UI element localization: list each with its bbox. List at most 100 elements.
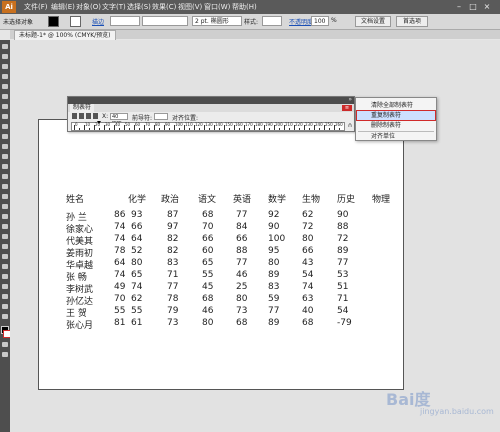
fill-swatch-icon[interactable] [48, 16, 59, 27]
close-button[interactable]: × [482, 1, 492, 12]
style-label: 样式: [244, 19, 259, 26]
artboard[interactable]: 姓名 化学 政治 语文 英语 数学 生物 历史 物理 孙 兰 86 93 87 68 77… [38, 119, 404, 390]
pen-tool-icon[interactable] [2, 84, 8, 89]
drawing-mode-icon[interactable] [2, 342, 8, 347]
panel-tab-strip: 制表符 ≡ [68, 104, 354, 112]
preferences-button[interactable]: 首选项 [396, 16, 428, 27]
gradient-tool-icon[interactable] [2, 234, 8, 239]
decimal-justified-tab-icon[interactable] [93, 113, 98, 119]
left-justified-tab-icon[interactable] [72, 113, 77, 119]
ruler-label: 160 [235, 122, 243, 127]
menu-item-clear-all-tabs[interactable]: 清除全部制表符 [357, 101, 435, 110]
right-justified-tab-icon[interactable] [86, 113, 91, 119]
ruler-tick [239, 128, 240, 130]
tab-position-field[interactable]: 40 mm [110, 113, 128, 126]
panel-titlebar[interactable]: » [68, 96, 354, 104]
shape-builder-tool-icon[interactable] [2, 204, 8, 209]
column-graph-tool-icon[interactable] [2, 274, 8, 279]
table-cell-score: 80 [302, 234, 314, 244]
menu-window[interactable]: 窗口(W) [204, 2, 230, 12]
menu-item-snap-to-unit[interactable]: 对齐单位 [357, 132, 435, 141]
artboard-tool-icon[interactable] [2, 284, 8, 289]
table-cell-score: 52 [131, 246, 143, 256]
line-tool-icon[interactable] [2, 104, 8, 109]
menu-view[interactable]: 视图(V) [178, 2, 202, 12]
table-cell-score: 83 [268, 282, 280, 292]
eraser-tool-icon[interactable] [2, 154, 8, 159]
screen-mode-icon[interactable] [2, 352, 8, 357]
tab-ruler[interactable]: 0 10 20 30 40 50 60 70 80 90 100 110 120 130 140 150 160… [71, 121, 345, 131]
stroke-link[interactable]: 描边 [92, 17, 104, 26]
menu-item-repeat-tab[interactable]: 重复制表符 [356, 110, 436, 121]
eyedropper-tool-icon[interactable] [2, 244, 8, 249]
style-select[interactable] [262, 16, 282, 26]
ruler-label: 170 [245, 122, 253, 127]
menu-effect[interactable]: 效果(C) [152, 2, 176, 12]
menu-file[interactable]: 文件(F) [24, 2, 48, 12]
table-cell-score: 74 [114, 222, 126, 232]
table-cell-score: 77 [337, 258, 349, 268]
brush-select[interactable]: 2 pt. 椭圆形 [192, 16, 242, 26]
document-setup-button[interactable]: 文档设置 [355, 16, 391, 27]
table-cell-score: 64 [114, 258, 126, 268]
ruler-label: 110 [185, 122, 193, 127]
opacity-field[interactable]: 100 [311, 16, 329, 26]
lasso-tool-icon[interactable] [2, 74, 8, 79]
opacity-link[interactable]: 不透明度 [289, 17, 313, 26]
ruler-tick [139, 128, 140, 130]
center-justified-tab-icon[interactable] [79, 113, 84, 119]
rectangle-tool-icon[interactable] [2, 114, 8, 119]
panel-menu-button[interactable]: ≡ [342, 105, 352, 111]
direct-selection-tool-icon[interactable] [2, 54, 8, 59]
table-cell-score: 65 [202, 258, 214, 268]
magic-wand-tool-icon[interactable] [2, 64, 8, 69]
zoom-tool-icon[interactable] [2, 314, 8, 319]
width-tool-icon[interactable] [2, 184, 8, 189]
blob-brush-tool-icon[interactable] [2, 144, 8, 149]
slice-tool-icon[interactable] [2, 294, 8, 299]
rotate-tool-icon[interactable] [2, 164, 8, 169]
scale-tool-icon[interactable] [2, 174, 8, 179]
stroke-swatch-icon[interactable] [70, 16, 81, 27]
mesh-tool-icon[interactable] [2, 224, 8, 229]
ruler-label: 220 [295, 122, 303, 127]
document-tab-bar: 未标题-1* @ 100% (CMYK/预览) [10, 30, 500, 40]
symbol-sprayer-tool-icon[interactable] [2, 264, 8, 269]
table-cell-score: 83 [167, 258, 179, 268]
maximize-button[interactable]: □ [468, 1, 478, 12]
menu-help[interactable]: 帮助(H) [232, 2, 257, 12]
hand-tool-icon[interactable] [2, 304, 8, 309]
menu-type[interactable]: 文字(T) [102, 2, 126, 12]
table-cell-score: -79 [337, 318, 352, 328]
leader-field[interactable] [154, 113, 168, 120]
menu-select[interactable]: 选择(S) [127, 2, 151, 12]
minimize-button[interactable]: – [454, 1, 464, 12]
ruler-tick [269, 128, 270, 130]
panel-close-icon[interactable]: » [348, 96, 352, 103]
document-tab[interactable]: 未标题-1* @ 100% (CMYK/预览) [14, 30, 116, 40]
perspective-grid-tool-icon[interactable] [2, 214, 8, 219]
tabs-panel-tab[interactable]: 制表符 [70, 104, 95, 112]
menu-item-delete-tab[interactable]: 删除制表符 [357, 121, 435, 130]
position-panel-above-frame-icon[interactable]: ∩ [347, 122, 353, 130]
table-cell-score: 77 [236, 210, 248, 220]
ruler-label: 30 [105, 122, 111, 127]
ruler-label: 180 [255, 122, 263, 127]
ruler-tick [199, 128, 200, 130]
table-cell-score: 79 [167, 306, 179, 316]
leader-label: 前导符: [132, 115, 153, 122]
menu-object[interactable]: 对象(O) [76, 2, 101, 12]
table-cell-score: 66 [236, 234, 248, 244]
pencil-tool-icon[interactable] [2, 134, 8, 139]
selection-tool-icon[interactable] [2, 44, 8, 49]
table-cell-score: 92 [268, 210, 280, 220]
free-transform-tool-icon[interactable] [2, 194, 8, 199]
stroke-weight-field[interactable] [110, 16, 140, 26]
ruler-tick [119, 128, 120, 130]
table-cell-score: 53 [337, 270, 349, 280]
paintbrush-tool-icon[interactable] [2, 124, 8, 129]
type-tool-icon[interactable] [2, 94, 8, 99]
variable-width-select[interactable] [142, 16, 188, 26]
blend-tool-icon[interactable] [2, 254, 8, 259]
menu-edit[interactable]: 编辑(E) [51, 2, 75, 12]
